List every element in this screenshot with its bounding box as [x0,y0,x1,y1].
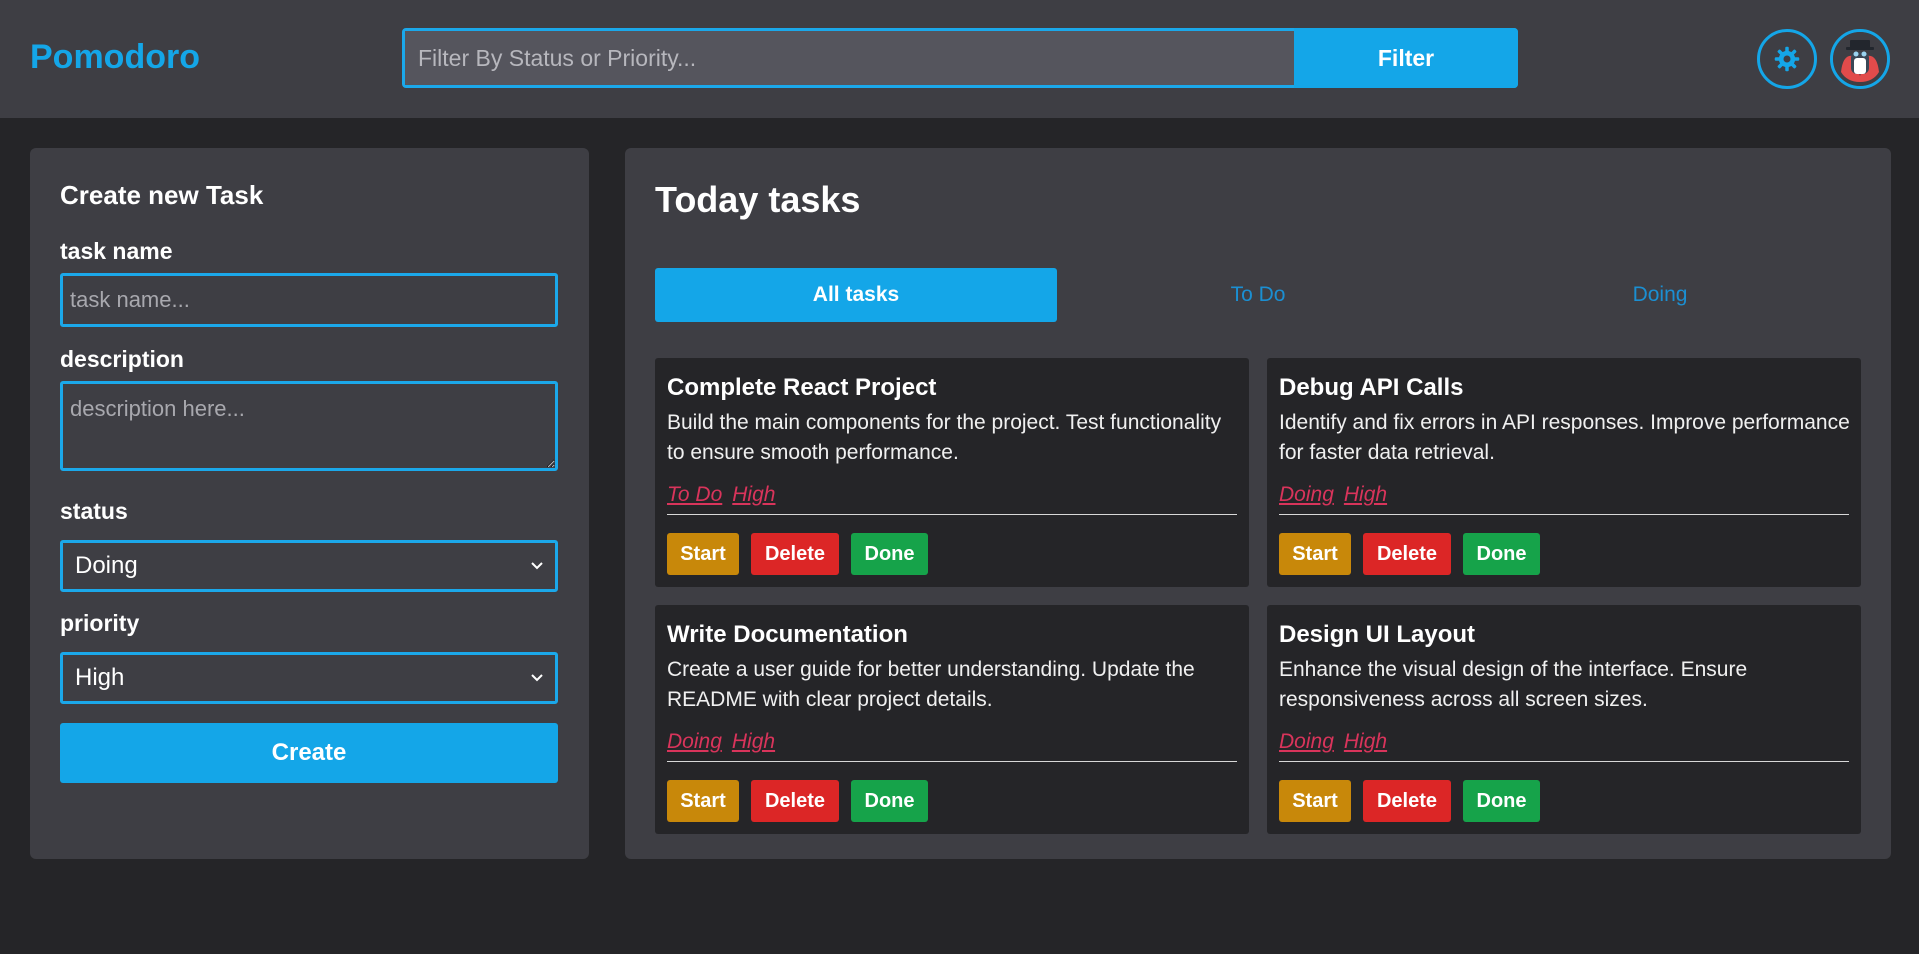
priority-label: priority [60,610,140,636]
description-label: description [60,346,184,372]
task-status-tag[interactable]: Doing [1279,483,1334,506]
app-logo[interactable]: Pomodoro [30,38,200,77]
task-priority-tag[interactable]: High [732,483,775,506]
user-avatar-button[interactable] [1830,29,1890,89]
filter-bar: Filter [402,28,1518,88]
task-divider [1279,761,1849,762]
start-button[interactable]: Start [667,533,739,575]
priority-selected-value: High [75,664,125,691]
task-divider [1279,514,1849,515]
create-button[interactable]: Create [60,723,558,783]
create-task-title: Create new Task [60,180,264,210]
settings-button[interactable] [1757,29,1817,89]
done-button[interactable]: Done [1463,780,1540,822]
task-status-tag[interactable]: Doing [1279,730,1334,753]
gear-icon [1774,46,1800,72]
task-divider [667,761,1237,762]
task-tags: Doing High [1279,483,1397,507]
delete-button[interactable]: Delete [751,533,839,575]
description-textarea[interactable] [60,381,558,471]
task-description: Enhance the visual design of the interfa… [1279,658,1748,711]
task-card: Design UI Layout Enhance the visual desi… [1267,605,1861,834]
header-bar: Pomodoro Filter [0,0,1919,118]
task-card: Write Documentation Create a user guide … [655,605,1249,834]
status-label: status [60,498,128,524]
filter-input[interactable] [405,31,1294,85]
chevron-down-icon [531,674,543,682]
task-description: Create a user guide for better understan… [667,658,1195,711]
status-selected-value: Doing [75,552,138,579]
chevron-down-icon [531,562,543,570]
today-tasks-title: Today tasks [655,179,861,220]
status-select[interactable]: Doing [60,540,558,592]
delete-button[interactable]: Delete [1363,533,1451,575]
task-title: Complete React Project [667,374,937,401]
tab-doing[interactable]: Doing [1459,268,1861,322]
task-status-tag[interactable]: To Do [667,483,722,506]
task-priority-tag[interactable]: High [1344,730,1387,753]
task-title: Design UI Layout [1279,621,1476,648]
task-title: Debug API Calls [1279,374,1464,401]
done-button[interactable]: Done [851,780,928,822]
task-card: Debug API Calls Identify and fix errors … [1267,358,1861,587]
tab-to-do[interactable]: To Do [1057,268,1459,322]
task-card: Complete React Project Build the main co… [655,358,1249,587]
task-name-label: task name [60,238,173,264]
filter-button[interactable]: Filter [1294,28,1518,88]
done-button[interactable]: Done [1463,533,1540,575]
delete-button[interactable]: Delete [1363,780,1451,822]
task-priority-tag[interactable]: High [732,730,775,753]
delete-button[interactable]: Delete [751,780,839,822]
start-button[interactable]: Start [1279,780,1351,822]
task-name-input[interactable] [60,273,558,327]
task-description: Identify and fix errors in API responses… [1279,411,1850,464]
today-tasks-panel: Today tasks All tasks To Do Doing Comple… [625,148,1891,859]
done-button[interactable]: Done [851,533,928,575]
task-divider [667,514,1237,515]
avatar-icon [1833,32,1887,86]
tab-all-tasks[interactable]: All tasks [655,268,1057,322]
task-title: Write Documentation [667,621,908,648]
start-button[interactable]: Start [667,780,739,822]
task-tags: Doing High [1279,730,1397,754]
task-priority-tag[interactable]: High [1344,483,1387,506]
task-tags: To Do High [667,483,785,507]
create-task-panel: Create new Task task name description st… [30,148,589,859]
task-description: Build the main components for the projec… [667,411,1222,464]
start-button[interactable]: Start [1279,533,1351,575]
task-status-tag[interactable]: Doing [667,730,722,753]
task-tags: Doing High [667,730,785,754]
priority-select[interactable]: High [60,652,558,704]
